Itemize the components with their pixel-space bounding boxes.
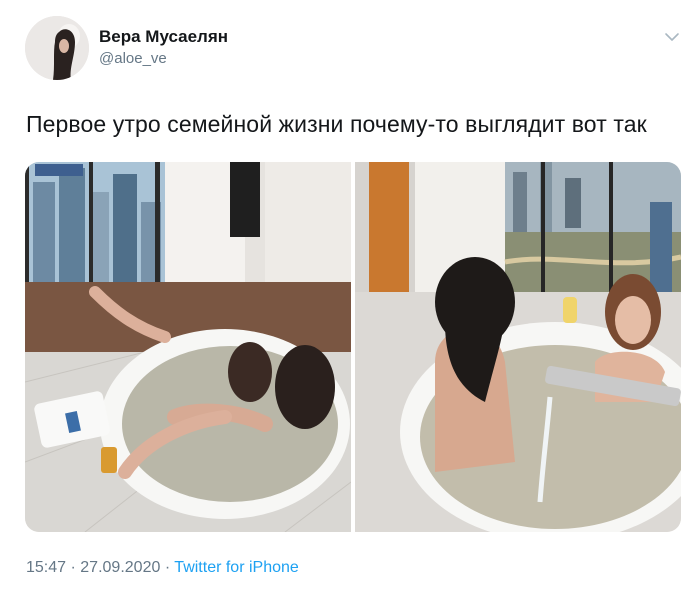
avatar[interactable]	[25, 16, 89, 80]
tweet-media	[25, 162, 681, 532]
tweet-source-link[interactable]: Twitter for iPhone	[174, 559, 299, 576]
author-display-name[interactable]: Вера Мусаелян	[99, 27, 228, 47]
bathtub-photo-icon	[355, 162, 681, 532]
tweet-photo-2[interactable]	[355, 162, 681, 532]
tweet-photo-1[interactable]	[25, 162, 351, 532]
author-handle[interactable]: @aloe_ve	[99, 50, 167, 67]
tweet-meta: 15:47 · 27.09.2020 · Twitter for iPhone	[26, 559, 299, 577]
meta-separator: ·	[70, 559, 76, 576]
tweet-date[interactable]: 27.09.2020	[80, 559, 160, 576]
tweet-text: Первое утро семейной жизни почему-то выг…	[26, 111, 647, 137]
chevron-down-icon[interactable]	[664, 30, 680, 42]
meta-separator: ·	[164, 559, 171, 576]
tweet-time[interactable]: 15:47	[26, 559, 66, 576]
bathtub-photo-icon	[25, 162, 351, 532]
profile-photo-icon	[25, 16, 89, 80]
